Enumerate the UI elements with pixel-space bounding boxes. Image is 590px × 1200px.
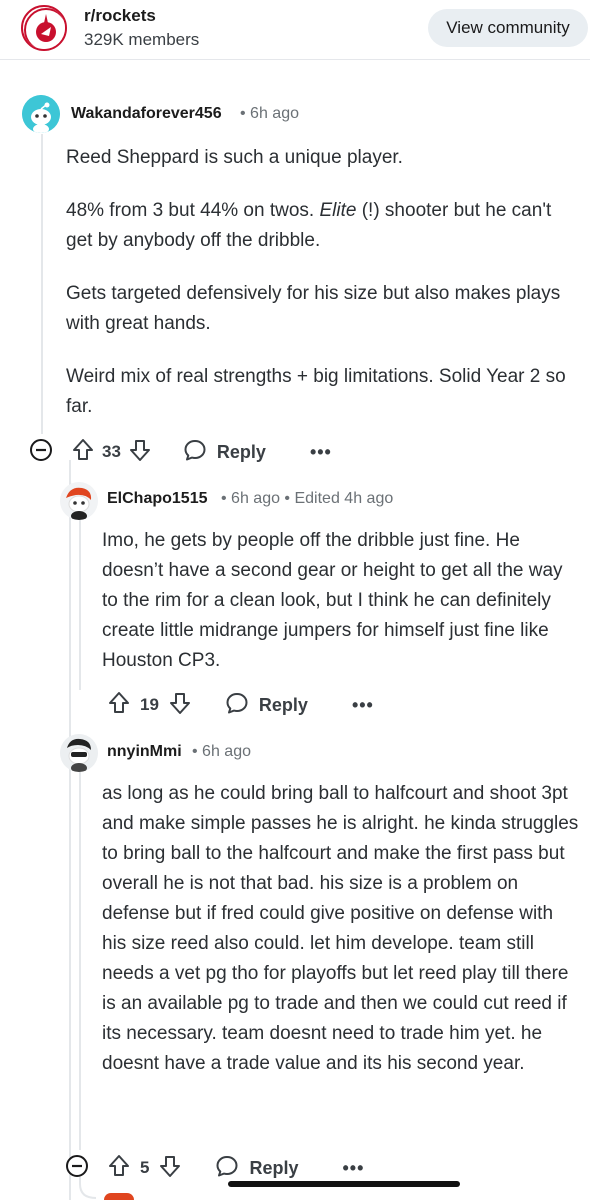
more-options-button[interactable]: ••• <box>310 442 332 463</box>
collapse-icon[interactable] <box>30 438 52 466</box>
upvote-icon[interactable] <box>108 1154 130 1183</box>
upvote-icon[interactable] <box>72 438 94 467</box>
next-comment-avatar <box>104 1193 134 1200</box>
more-options-button[interactable]: ••• <box>352 695 374 716</box>
comment-author[interactable]: Wakandaforever456 <box>71 105 222 123</box>
upvote-icon[interactable] <box>108 691 130 720</box>
edited-label: Edited 4h ago <box>294 490 394 507</box>
vote-score: 19 <box>140 695 159 714</box>
comment-author[interactable]: ElChapo1515 <box>107 490 207 508</box>
community-header: r/rockets 329K members View community <box>0 0 590 60</box>
comment-timestamp: • 6h ago <box>192 743 251 760</box>
avatar[interactable] <box>60 734 98 772</box>
comment-author[interactable]: nnyinMmi <box>107 743 182 761</box>
downvote-icon[interactable] <box>159 1154 181 1183</box>
avatar[interactable] <box>60 482 98 520</box>
more-options-button[interactable]: ••• <box>343 1158 365 1179</box>
snoo-avatar-icon <box>60 482 98 520</box>
snoo-avatar-icon <box>22 95 60 133</box>
italic-text: Elite <box>319 200 357 221</box>
reply-button[interactable]: Reply <box>259 695 308 716</box>
timestamp-text: 6h ago <box>231 490 280 507</box>
thread-line[interactable] <box>69 468 71 1200</box>
comment-actions: 33 Reply ••• <box>30 434 332 470</box>
downvote-icon[interactable] <box>129 438 151 467</box>
comment-actions: 19 Reply ••• <box>108 687 374 723</box>
paragraph-text: 48% from 3 but 44% on twos. <box>66 200 315 221</box>
comment-paragraph: Imo, he gets by people off the dribble j… <box>102 530 563 671</box>
collapse-icon[interactable] <box>66 1154 88 1182</box>
reply-icon[interactable] <box>183 438 207 467</box>
comment-timestamp: • 6h ago • Edited 4h ago <box>221 490 394 507</box>
thread-line[interactable] <box>41 134 43 434</box>
comment-paragraph: Reed Sheppard is such a unique player. <box>66 147 403 168</box>
reply-button[interactable]: Reply <box>249 1158 298 1179</box>
home-indicator[interactable] <box>228 1181 460 1187</box>
reply-button[interactable]: Reply <box>217 442 266 463</box>
comment-paragraph: as long as he could bring ball to halfco… <box>102 783 579 1074</box>
comment-body: as long as he could bring ball to halfco… <box>102 779 580 1102</box>
community-name[interactable]: r/rockets <box>84 6 156 26</box>
vote-score: 33 <box>102 442 121 461</box>
avatar[interactable] <box>22 95 60 133</box>
rockets-logo-icon <box>24 8 65 49</box>
reply-icon[interactable] <box>225 691 249 720</box>
downvote-icon[interactable] <box>169 691 191 720</box>
thread-line[interactable] <box>79 520 81 690</box>
comment-paragraph: 48% from 3 but 44% on twos. Elite (!) sh… <box>66 196 576 256</box>
comment-body: Imo, he gets by people off the dribble j… <box>102 526 580 699</box>
comment-timestamp: • 6h ago <box>240 105 299 122</box>
timestamp-text: 6h ago <box>250 105 299 122</box>
vote-score: 5 <box>140 1158 150 1177</box>
reply-icon[interactable] <box>215 1154 239 1183</box>
community-logo[interactable] <box>21 5 67 51</box>
timestamp-text: 6h ago <box>202 743 251 760</box>
comment-body: Reed Sheppard is such a unique player. 4… <box>66 143 576 445</box>
snoo-avatar-icon <box>60 734 98 772</box>
view-community-button[interactable]: View community <box>428 9 588 47</box>
comment-paragraph: Gets targeted defensively for his size b… <box>66 283 561 334</box>
member-count: 329K members <box>84 30 200 49</box>
comment-paragraph: Weird mix of real strengths + big limita… <box>66 366 566 417</box>
thread-line[interactable] <box>79 770 81 1150</box>
